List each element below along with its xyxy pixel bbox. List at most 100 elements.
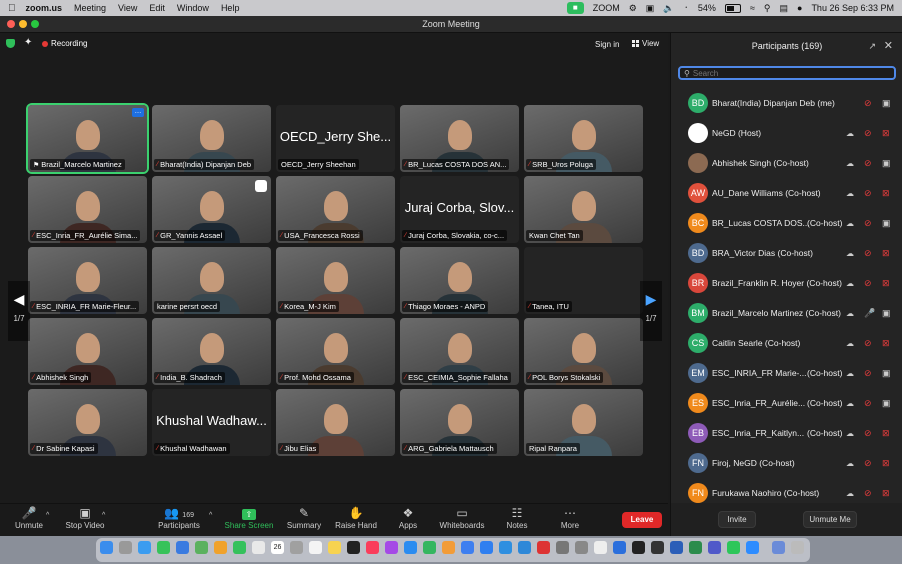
finder-app-icon[interactable] xyxy=(100,541,113,554)
mic-muted-icon[interactable]: ⊘ xyxy=(864,338,872,349)
whatsapp-app-icon[interactable] xyxy=(727,541,740,554)
security-shield-icon[interactable] xyxy=(6,39,15,48)
whiteboards-button[interactable]: ▭ Whiteboards xyxy=(437,506,487,530)
video-off-icon[interactable]: ⊠ xyxy=(882,278,890,289)
participant-row[interactable]: CS Caitlin Searle (Co-host) ☁ ⊘ ⊠ xyxy=(671,328,902,358)
participant-row[interactable]: EB ESC_Inria_FR_Kaitlyn... (Co-host) ☁ ⊘ ⊠ xyxy=(671,418,902,448)
recording-indicator[interactable]: Recording xyxy=(42,39,87,48)
menu-help[interactable]: Help xyxy=(221,3,240,13)
mic-muted-icon[interactable]: ⊘ xyxy=(864,218,872,229)
trash-app-icon[interactable] xyxy=(791,541,804,554)
notes-button[interactable]: ☷ Notes xyxy=(503,506,531,530)
minimize-window-button[interactable] xyxy=(19,20,27,28)
chrome-app-icon[interactable] xyxy=(252,541,265,554)
bluetooth-icon[interactable]: ᛫ xyxy=(684,3,689,13)
video-tile[interactable]: Khushal Wadhaw... ∕ Khushal Wadhawan xyxy=(152,389,271,456)
video-on-icon[interactable]: ▣ xyxy=(882,98,891,109)
video-tile[interactable]: ∕ BR_Lucas COSTA DOS AN... xyxy=(400,105,519,172)
search-input[interactable] xyxy=(692,68,873,78)
video-tile[interactable]: ∕ POL Borys Stokalski xyxy=(524,318,643,385)
facetime-app-icon[interactable] xyxy=(233,541,246,554)
fullscreen-window-button[interactable] xyxy=(31,20,39,28)
video-tile[interactable]: ∕ Prof. Mohd Ossama xyxy=(276,318,395,385)
iterm-app-icon[interactable] xyxy=(651,541,664,554)
participant-search[interactable]: ⚲ xyxy=(678,66,896,80)
participant-row[interactable]: BD BRA_Victor Dias (Co-host) ☁ ⊘ ⊠ xyxy=(671,238,902,268)
pdf-app-icon[interactable] xyxy=(537,541,550,554)
mic-muted-icon[interactable]: ⊘ xyxy=(864,128,872,139)
app-store-app-icon[interactable] xyxy=(404,541,417,554)
sign-in-link[interactable]: Sign in xyxy=(595,40,619,49)
participant-row[interactable]: NeGD (Host) ☁ ⊘ ⊠ xyxy=(671,118,902,148)
video-off-icon[interactable]: ⊠ xyxy=(882,248,890,259)
maps-app-icon[interactable] xyxy=(195,541,208,554)
video-tile[interactable]: ∕ Bharat(India) Dipanjan Deb xyxy=(152,105,271,172)
close-panel-icon[interactable]: ✕ xyxy=(884,39,893,52)
textedit-app-icon[interactable] xyxy=(594,541,607,554)
participant-row[interactable]: BM Brazil_Marcelo Martinez (Co-host) ☁ 🎤 ▣ xyxy=(671,298,902,328)
raise-hand-button[interactable]: ✋ Raise Hand xyxy=(334,506,378,530)
video-tile[interactable]: karine persrt oecd xyxy=(152,247,271,314)
popout-icon[interactable]: ↗ xyxy=(868,41,876,52)
video-on-icon[interactable]: ▣ xyxy=(882,398,891,409)
video-tile[interactable]: ∕ Thiago Moraes - ANPD xyxy=(400,247,519,314)
spotlight-search-icon[interactable]: ⚲ xyxy=(764,3,771,14)
launchpad-app-icon[interactable] xyxy=(119,541,132,554)
video-on-icon[interactable]: ▣ xyxy=(882,218,891,229)
video-tile[interactable]: OECD_Jerry She... OECD_Jerry Sheehan xyxy=(276,105,395,172)
participant-row[interactable]: BD Bharat(India) Dipanjan Deb (me) ⊘ ▣ xyxy=(671,88,902,118)
menu-meeting[interactable]: Meeting xyxy=(74,3,106,13)
word-app-icon[interactable] xyxy=(670,541,683,554)
video-tile[interactable]: ∕ USA_Francesca Rossi xyxy=(276,176,395,243)
video-tile[interactable]: Ripal Ranpara xyxy=(524,389,643,456)
video-on-icon[interactable]: ▣ xyxy=(882,368,891,379)
video-off-icon[interactable]: ⊠ xyxy=(882,128,890,139)
wifi-icon[interactable]: ≈ xyxy=(750,3,755,13)
zoom-app-icon[interactable] xyxy=(746,541,759,554)
video-tile[interactable]: ∕ Abhishek Singh xyxy=(28,318,147,385)
music-app-icon[interactable] xyxy=(366,541,379,554)
previous-page-button[interactable]: ◀ 1/7 xyxy=(8,281,30,341)
participant-row[interactable]: BR Brazil_Franklin R. Hoyer (Co-host) ☁ ⊘ ⊠ xyxy=(671,268,902,298)
video-tile[interactable]: ∕ Tanea, ITU xyxy=(524,247,643,314)
mic-muted-icon[interactable]: ⊘ xyxy=(864,188,872,199)
tile-options-icon[interactable]: … xyxy=(132,108,144,117)
teams-app-icon[interactable] xyxy=(708,541,721,554)
leave-button[interactable]: Leave xyxy=(622,512,662,528)
siri-icon[interactable]: ● xyxy=(797,3,802,13)
tv-app-icon[interactable] xyxy=(347,541,360,554)
video-tile[interactable]: ∕ Jibu Elias xyxy=(276,389,395,456)
apps-button[interactable]: ❖ Apps xyxy=(393,506,423,530)
invite-button[interactable]: Invite xyxy=(718,511,756,528)
excel-app-icon[interactable] xyxy=(689,541,702,554)
video-tile[interactable]: Juraj Corba, Slov... ∕ Juraj Corba, Slovak… xyxy=(400,176,519,243)
contacts-app-icon[interactable] xyxy=(290,541,303,554)
unmute-me-button[interactable]: Unmute Me xyxy=(803,511,857,528)
calendar-app-icon[interactable]: 26 xyxy=(271,541,284,554)
video-off-icon[interactable]: ⊠ xyxy=(882,428,890,439)
video-tile[interactable]: … ⚑ Brazil_Marcelo Martinez xyxy=(28,105,147,172)
video-off-icon[interactable]: ⊠ xyxy=(882,458,890,469)
utility-app-icon[interactable] xyxy=(556,541,569,554)
keynote-app-icon[interactable] xyxy=(461,541,474,554)
video-on-icon[interactable]: ▣ xyxy=(882,308,891,319)
xcode-app-icon[interactable] xyxy=(499,541,512,554)
mic-on-icon[interactable]: 🎤 xyxy=(864,308,875,319)
menu-view[interactable]: View xyxy=(118,3,137,13)
menu-window[interactable]: Window xyxy=(177,3,209,13)
participant-row[interactable]: BC BR_Lucas COSTA DOS... (Co-host) ☁ ⊘ ▣ xyxy=(671,208,902,238)
reminders-app-icon[interactable] xyxy=(309,541,322,554)
downloads-app-icon[interactable] xyxy=(772,541,785,554)
battery-icon[interactable] xyxy=(724,3,741,13)
video-tile[interactable]: ∕ ESC_CEIMIA_Sophie Fallaha xyxy=(400,318,519,385)
mic-muted-icon[interactable]: ⊘ xyxy=(864,278,872,289)
app-menu[interactable]: zoom.us xyxy=(26,3,63,13)
summary-button[interactable]: ✎ Summary xyxy=(286,506,322,530)
settings-status-icon[interactable]: ⚙ xyxy=(629,3,637,14)
video-tile[interactable]: ∕ ARG_Gabriela Mattausch xyxy=(400,389,519,456)
mic-muted-icon[interactable]: ⊘ xyxy=(864,488,872,499)
video-tile[interactable]: ∕ Korea_M-J Kim xyxy=(276,247,395,314)
next-page-button[interactable]: ▶ 1/7 xyxy=(640,281,662,341)
video-options-caret[interactable]: ^ xyxy=(102,512,105,519)
apple-icon[interactable]:  xyxy=(8,3,16,14)
